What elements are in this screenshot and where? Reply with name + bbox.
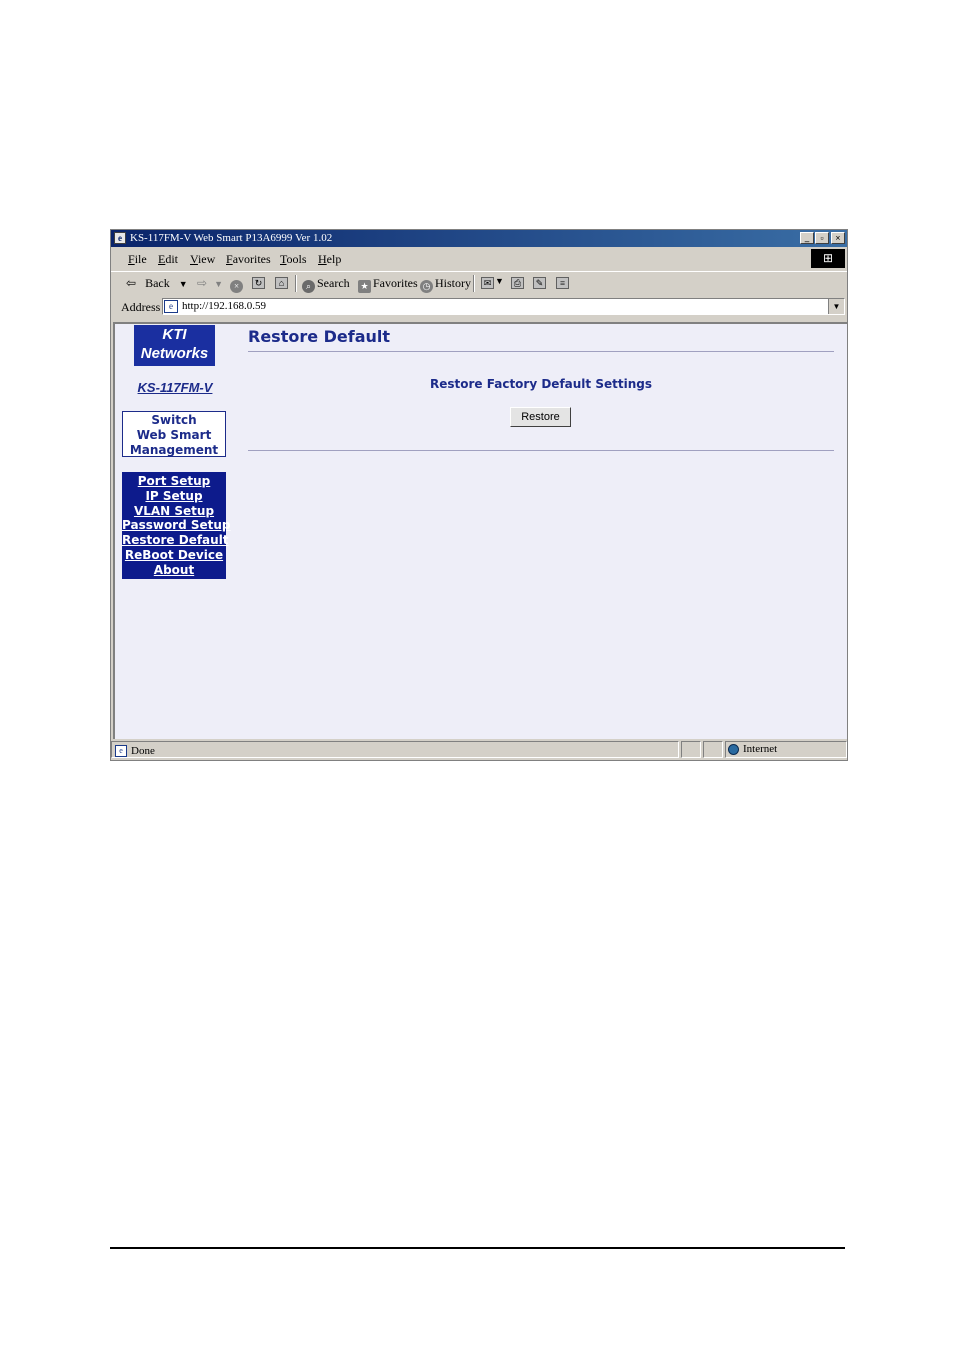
page-done-icon: e: [115, 745, 127, 757]
logo-line1: KTI: [162, 326, 187, 343]
nav-about[interactable]: About: [122, 563, 226, 578]
toolbar-separator: [473, 275, 475, 292]
discuss-icon[interactable]: ≡: [556, 277, 569, 289]
forward-arrow-icon: ⇨: [197, 276, 208, 290]
nav-password-setup[interactable]: Password Setup: [122, 518, 231, 533]
forward-dropdown-icon[interactable]: ▼: [214, 279, 223, 289]
menu-help[interactable]: Help: [318, 252, 341, 267]
title-divider: [248, 351, 834, 352]
search-label: Search: [317, 276, 350, 290]
address-url: http://192.168.0.59: [182, 300, 267, 312]
address-label: Address: [121, 300, 161, 314]
minimize-button[interactable]: _: [800, 232, 814, 244]
product-line3: Management: [129, 443, 219, 457]
status-bar: e Done Internet: [111, 740, 847, 760]
history-button[interactable]: ◷ History: [420, 276, 471, 293]
menu-file[interactable]: File: [128, 252, 147, 267]
nav-menu: Port Setup IP Setup VLAN Setup Password …: [122, 472, 231, 579]
stop-button[interactable]: ×: [230, 276, 245, 293]
back-arrow-icon: ⇦: [126, 276, 137, 290]
menu-favorites[interactable]: Favorites: [226, 252, 271, 267]
status-text: Done: [131, 745, 155, 757]
back-button[interactable]: ⇦ Back ▼: [126, 276, 188, 291]
maximize-button[interactable]: ▫: [815, 232, 829, 244]
restore-button[interactable]: Restore: [510, 407, 571, 427]
search-button[interactable]: ⌕ Search: [302, 276, 350, 293]
history-icon: ◷: [420, 280, 433, 293]
kti-logo: KTI Networks: [134, 325, 215, 366]
product-box: Switch Web Smart Management: [122, 411, 226, 457]
address-input[interactable]: e http://192.168.0.59 ▼: [162, 298, 845, 315]
document-footer-rule: [110, 1247, 845, 1249]
print-icon[interactable]: ⎙: [511, 277, 524, 289]
bottom-divider: [248, 450, 834, 451]
nav-port-setup[interactable]: Port Setup: [122, 474, 226, 489]
zone-text: Internet: [743, 743, 778, 755]
status-main-cell: e Done: [111, 741, 679, 758]
back-dropdown-icon[interactable]: ▼: [179, 279, 188, 289]
stop-icon: ×: [230, 280, 243, 293]
page-title: Restore Default: [248, 327, 391, 346]
menu-view[interactable]: View: [190, 252, 215, 267]
mail-dropdown-icon[interactable]: ▼: [495, 276, 504, 286]
logo-line2: Networks: [140, 345, 209, 362]
browser-window: e KS-117FM-V Web Smart P13A6999 Ver 1.02…: [110, 229, 848, 761]
section-label: Restore Factory Default Settings: [430, 377, 652, 391]
close-button[interactable]: ×: [831, 232, 845, 244]
page-viewport: KTI Networks KS-117FM-V Switch Web Smart…: [113, 322, 847, 739]
favorites-label: Favorites: [373, 276, 418, 290]
product-line2: Web Smart: [136, 428, 212, 442]
status-cell: [681, 741, 701, 758]
address-bar: Address e http://192.168.0.59 ▼: [111, 296, 847, 318]
toolbar-separator: [295, 275, 297, 292]
status-cell: [703, 741, 723, 758]
title-bar: e KS-117FM-V Web Smart P13A6999 Ver 1.02…: [111, 230, 847, 247]
product-line1: Switch: [151, 413, 197, 427]
forward-button[interactable]: ⇨ ▼: [197, 276, 223, 291]
page-icon: e: [164, 300, 178, 313]
nav-restore-default[interactable]: Restore Default: [122, 533, 229, 548]
menu-edit[interactable]: Edit: [158, 252, 178, 267]
refresh-icon[interactable]: ↻: [252, 277, 265, 289]
model-link[interactable]: KS-117FM-V: [115, 380, 235, 395]
mail-icon[interactable]: ✉: [481, 277, 494, 289]
menu-bar: File Edit View Favorites Tools Help ⊞: [111, 249, 847, 269]
favorites-icon: ★: [358, 280, 371, 293]
window-title: KS-117FM-V Web Smart P13A6999 Ver 1.02: [130, 232, 333, 244]
toolbar: ⇦ Back ▼ ⇨ ▼ × ↻ ⌂ ⌕ Search ★ Favorites ◷ H…: [111, 271, 847, 294]
back-label: Back: [145, 276, 170, 290]
nav-reboot-device[interactable]: ReBoot Device: [122, 548, 226, 563]
internet-zone-icon: [728, 744, 739, 755]
ie-app-icon: e: [114, 232, 126, 244]
home-icon[interactable]: ⌂: [275, 277, 288, 289]
menu-tools[interactable]: Tools: [280, 252, 307, 267]
address-dropdown-icon[interactable]: ▼: [828, 299, 844, 314]
edit-icon[interactable]: ✎: [533, 277, 546, 289]
nav-vlan-setup[interactable]: VLAN Setup: [122, 504, 226, 519]
windows-logo-icon: ⊞: [811, 249, 845, 268]
search-icon: ⌕: [302, 280, 315, 293]
nav-ip-setup[interactable]: IP Setup: [122, 489, 226, 504]
favorites-button[interactable]: ★ Favorites: [358, 276, 418, 293]
history-label: History: [435, 276, 471, 290]
